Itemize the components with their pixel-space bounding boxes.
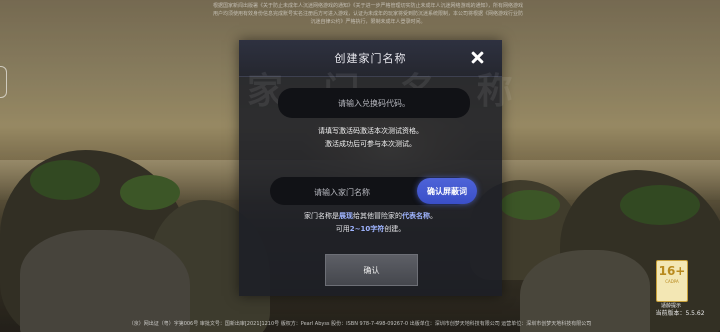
- copyright-footer: （京）网出证（粤）字第006号 审批文号：国新出审[2021]1210号 版权方…: [128, 321, 592, 327]
- family-name-field: 确认屏蔽词: [270, 177, 477, 207]
- anti-addiction-notice: 根据国家新闻出版署《关于防止未成年人沉迷网络游戏的通知》《关于进一步严格管理切实…: [178, 2, 558, 26]
- age-rating-org: CADPA: [665, 279, 679, 284]
- hint-text: 给其他冒险家的: [353, 212, 402, 220]
- redeem-code-input[interactable]: [278, 88, 470, 118]
- activation-hint-line: 激活成功后可参与本次测试。: [325, 140, 416, 148]
- create-family-name-dialog: 创建家门名称 家 门 名 称 请填写激活码激活本次测试资格。 激活成功后可参与本…: [239, 40, 513, 296]
- check-filter-words-button[interactable]: 确认屏蔽词: [417, 178, 477, 204]
- notice-line: 根据国家新闻出版署《关于防止未成年人沉迷网络游戏的通知》《关于进一步严格管理切实…: [212, 3, 523, 9]
- age-rating-badge[interactable]: 16+ CADPA: [656, 260, 688, 302]
- notice-line: 沉迷自律公约》严格执行，限制未成年人登录时间。: [310, 19, 426, 25]
- notice-line: 用户均须使用有效身份信息完成账号实名注册后方可进入游戏，认证为未成年的玩家将受到…: [212, 11, 523, 17]
- confirm-button[interactable]: 确认: [325, 254, 418, 286]
- hint-text: 。: [430, 212, 437, 220]
- family-name-hint-line1: 家门名称是展现给其他冒险家的代表名称。: [239, 210, 502, 223]
- hint-text: 家门名称是: [304, 212, 339, 220]
- hint-text: 创建。: [384, 225, 406, 233]
- side-drawer-handle[interactable]: [0, 66, 7, 98]
- activation-hint: 请填写激活码激活本次测试资格。 激活成功后可参与本次测试。: [239, 125, 502, 151]
- family-name-hint: 家门名称是展现给其他冒险家的代表名称。 可用2~10字符创建。: [239, 210, 502, 236]
- hint-highlight: 代表名称: [402, 212, 430, 220]
- hint-highlight: 2~10字符: [349, 225, 385, 233]
- hint-highlight: 展现: [339, 212, 353, 220]
- version-text: 当前版本：5.5.62: [655, 310, 705, 317]
- activation-hint-line: 请填写激活码激活本次测试资格。: [318, 127, 423, 135]
- age-rating-number: 16+: [658, 264, 686, 278]
- family-name-input[interactable]: [280, 177, 404, 207]
- hint-text: 可用: [335, 225, 350, 233]
- family-name-hint-line2: 可用2~10字符创建。: [239, 223, 502, 236]
